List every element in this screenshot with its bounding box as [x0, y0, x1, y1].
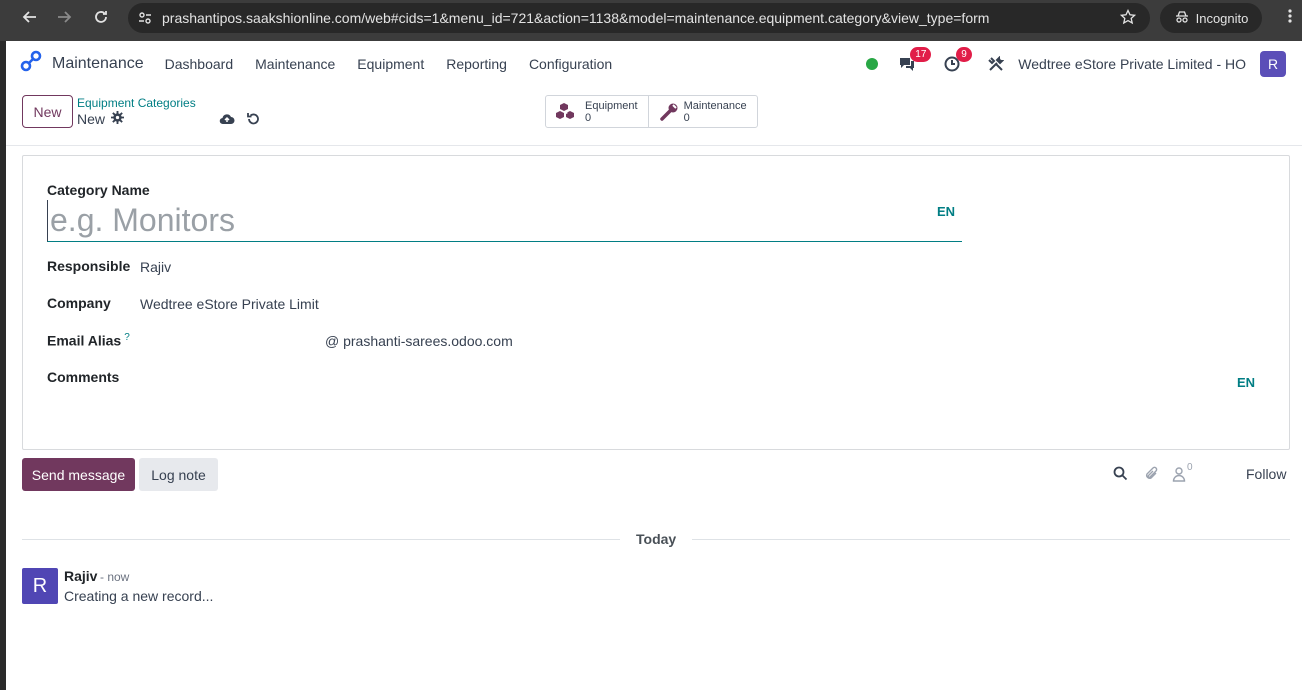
- menu-maintenance[interactable]: Maintenance: [244, 56, 346, 72]
- browser-menu-icon[interactable]: [1288, 8, 1292, 29]
- site-info-icon[interactable]: [138, 11, 152, 25]
- form-sheet: Category Name EN Responsible Rajiv Compa…: [22, 155, 1290, 450]
- date-separator-line-right: [692, 539, 1290, 540]
- message-author[interactable]: Rajiv: [64, 568, 97, 584]
- company-switcher[interactable]: Wedtree eStore Private Limited - HO: [1018, 56, 1246, 72]
- maintenance-logo-icon: [20, 50, 42, 77]
- new-button[interactable]: New: [22, 95, 73, 128]
- message-body: Creating a new record...: [64, 588, 214, 604]
- date-separator-line-left: [22, 539, 620, 540]
- breadcrumb-equipment-categories[interactable]: Equipment Categories: [77, 96, 196, 110]
- smart-buttons: Equipment 0 Maintenance 0: [545, 95, 758, 128]
- log-note-button[interactable]: Log note: [139, 458, 218, 491]
- menu-reporting[interactable]: Reporting: [435, 56, 518, 72]
- menu-equipment[interactable]: Equipment: [346, 56, 435, 72]
- forward-icon[interactable]: [50, 3, 78, 31]
- record-title: New: [77, 111, 125, 127]
- category-name-input[interactable]: [47, 200, 962, 242]
- maintenance-smart-count: 0: [683, 111, 690, 124]
- save-cloud-icon[interactable]: [219, 112, 235, 131]
- responsible-label: Responsible: [47, 258, 131, 274]
- cubes-icon: [556, 101, 580, 123]
- record-title-text: New: [77, 111, 106, 127]
- activities-badge: 9: [956, 46, 972, 62]
- send-message-button[interactable]: Send message: [22, 458, 135, 491]
- comments-label: Comments: [47, 369, 120, 385]
- odoo-app: Maintenance Dashboard Maintenance Equipm…: [6, 41, 1302, 690]
- app-name[interactable]: Maintenance: [52, 55, 144, 73]
- equipment-smart-count: 0: [585, 111, 592, 124]
- message-time: - now: [100, 570, 130, 584]
- comments-lang-button[interactable]: EN: [1237, 375, 1255, 390]
- presence-status-icon: [866, 57, 879, 70]
- search-icon[interactable]: [1113, 466, 1128, 481]
- back-icon[interactable]: [16, 3, 44, 31]
- help-tooltip-icon[interactable]: ?: [124, 332, 130, 343]
- maintenance-smart-label: Maintenance: [683, 99, 747, 112]
- activities-clock-icon[interactable]: 9: [944, 46, 972, 72]
- category-name-label: Category Name: [47, 182, 150, 198]
- company-field[interactable]: Wedtree eStore Private Limit: [140, 296, 319, 312]
- main-navbar: Maintenance Dashboard Maintenance Equipm…: [6, 41, 1302, 86]
- user-avatar[interactable]: R: [1260, 50, 1286, 77]
- url-text[interactable]: prashantipos.saakshionline.com/web#cids=…: [162, 10, 989, 26]
- control-panel: New Equipment Categories New Equipment 0: [6, 86, 1302, 146]
- reload-icon[interactable]: [87, 3, 115, 31]
- browser-toolbar: prashantipos.saakshionline.com/web#cids=…: [0, 0, 1302, 41]
- category-name-lang-button[interactable]: EN: [937, 204, 955, 219]
- incognito-label: Incognito: [1195, 10, 1249, 26]
- email-alias-label-text: Email Alias: [47, 332, 122, 349]
- wrench-icon: [659, 102, 679, 122]
- menu-configuration[interactable]: Configuration: [518, 56, 623, 72]
- paperclip-icon[interactable]: [1144, 466, 1159, 482]
- maintenance-smart-button[interactable]: Maintenance 0: [649, 96, 757, 127]
- app-brand[interactable]: Maintenance: [20, 50, 154, 77]
- email-alias-domain: @ prashanti-sarees.odoo.com: [325, 333, 513, 349]
- follow-button[interactable]: Follow: [1246, 466, 1286, 482]
- address-bar[interactable]: prashantipos.saakshionline.com/web#cids=…: [128, 3, 1150, 33]
- equipment-smart-label: Equipment: [585, 99, 638, 112]
- message-author-avatar[interactable]: R: [22, 568, 58, 604]
- responsible-field[interactable]: Rajiv: [140, 259, 171, 275]
- incognito-indicator[interactable]: Incognito: [1160, 3, 1262, 33]
- bookmark-star-icon[interactable]: [1119, 8, 1137, 28]
- followers-count: 0: [1187, 462, 1193, 473]
- followers-user-icon[interactable]: 0: [1172, 462, 1193, 482]
- messages-badge: 17: [910, 46, 932, 62]
- email-alias-input[interactable]: [140, 333, 320, 351]
- gear-icon[interactable]: [111, 111, 125, 127]
- systray: 17 9 Wedtree eStore Private Limited - HO…: [866, 41, 1302, 86]
- tools-icon[interactable]: [988, 55, 1005, 72]
- date-separator: Today: [636, 531, 677, 547]
- comments-field[interactable]: [140, 369, 1220, 429]
- discard-undo-icon[interactable]: [246, 112, 260, 131]
- email-alias-label: Email Alias?: [47, 332, 130, 349]
- equipment-smart-button[interactable]: Equipment 0: [546, 96, 649, 127]
- menu-dashboard[interactable]: Dashboard: [154, 56, 245, 72]
- messages-icon[interactable]: 17: [898, 46, 932, 72]
- company-label: Company: [47, 295, 111, 311]
- incognito-icon: [1174, 10, 1190, 27]
